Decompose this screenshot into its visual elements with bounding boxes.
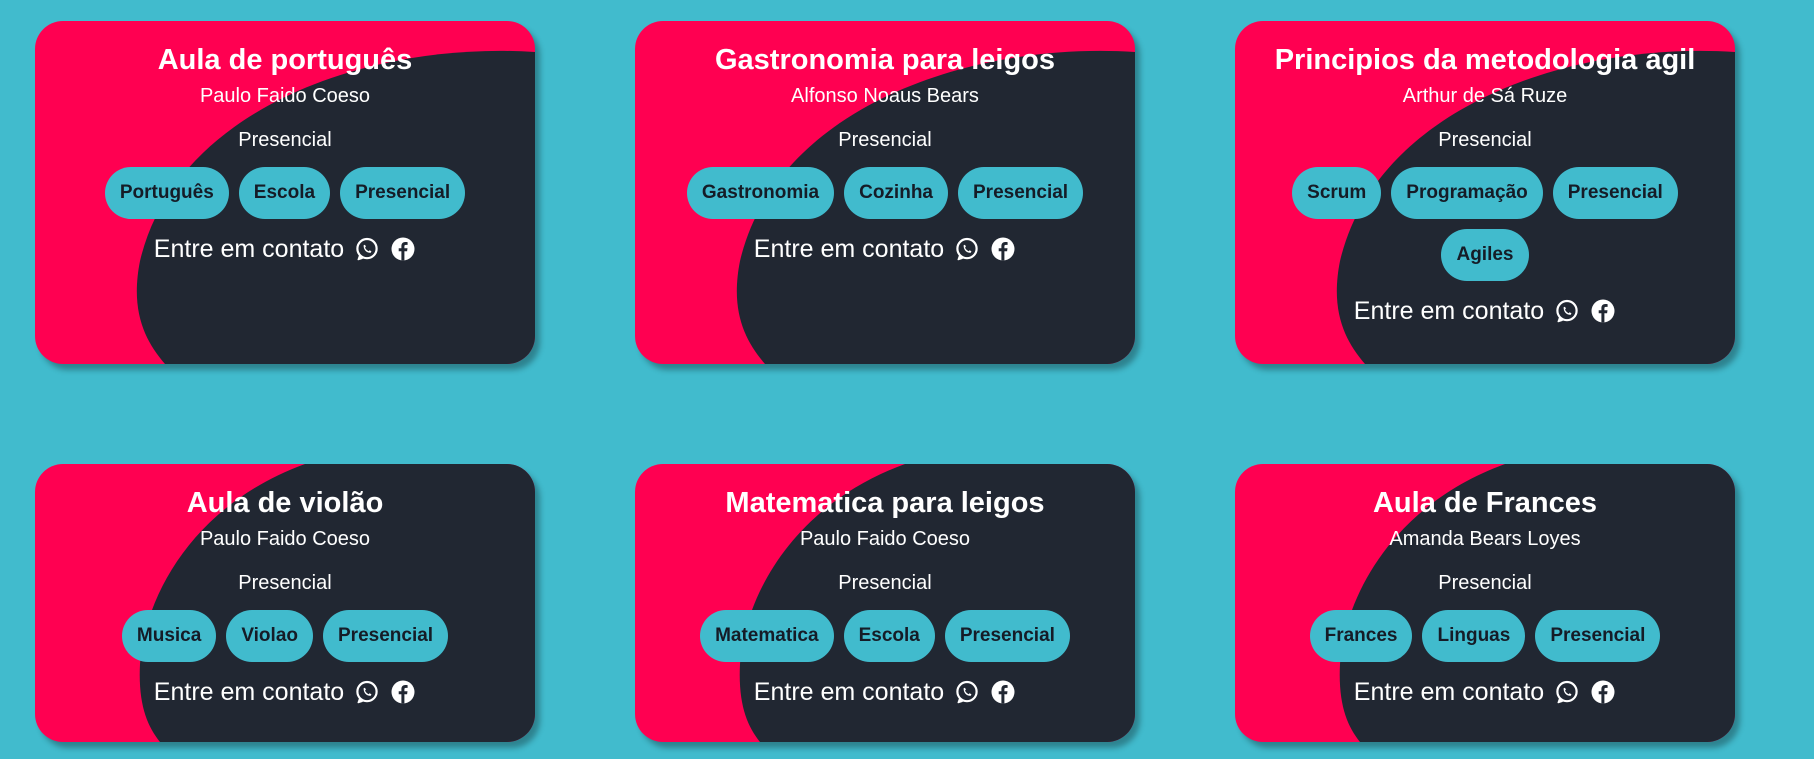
course-modality: Presencial	[238, 572, 332, 594]
tag-chip[interactable]: Matematica	[700, 610, 834, 662]
contact-row: Entre em contato	[754, 674, 1016, 710]
course-modality: Presencial	[838, 129, 932, 151]
course-title: Principios da metodologia agil	[1274, 44, 1696, 76]
tag-chip[interactable]: Frances	[1309, 610, 1413, 662]
contact-label: Entre em contato	[1353, 678, 1545, 706]
facebook-icon[interactable]	[990, 236, 1016, 262]
tag-list: Musica Violao Presencial	[121, 610, 449, 662]
tag-chip[interactable]: Português	[104, 167, 229, 219]
tag-chip[interactable]: Presencial	[944, 610, 1070, 662]
teacher-name: Paulo Faido Coeso	[799, 528, 971, 550]
teacher-name: Arthur de Sá Ruze	[1402, 85, 1568, 107]
course-title: Aula de Frances	[1372, 487, 1598, 519]
course-card[interactable]: Matematica para leigos Paulo Faido Coeso…	[635, 464, 1135, 742]
contact-label: Entre em contato	[153, 235, 345, 263]
tag-chip[interactable]: Violao	[226, 610, 313, 662]
tag-chip[interactable]: Escola	[843, 610, 935, 662]
course-card[interactable]: Gastronomia para leigos Alfonso Noaus Be…	[635, 21, 1135, 364]
facebook-icon[interactable]	[1590, 679, 1616, 705]
whatsapp-icon[interactable]	[954, 679, 980, 705]
teacher-name: Paulo Faido Coeso	[199, 528, 371, 550]
whatsapp-icon[interactable]	[1554, 679, 1580, 705]
contact-label: Entre em contato	[753, 235, 945, 263]
course-card[interactable]: Aula de Frances Amanda Bears Loyes Prese…	[1235, 464, 1735, 742]
course-modality: Presencial	[1438, 572, 1532, 594]
course-modality: Presencial	[1438, 129, 1532, 151]
tag-chip[interactable]: Escola	[238, 167, 331, 219]
whatsapp-icon[interactable]	[354, 236, 380, 262]
tag-list: Matematica Escola Presencial	[700, 610, 1070, 662]
contact-label: Entre em contato	[1353, 297, 1545, 325]
contact-row: Entre em contato	[754, 231, 1016, 267]
whatsapp-icon[interactable]	[1554, 298, 1580, 324]
course-title: Matematica para leigos	[725, 487, 1045, 519]
teacher-name: Amanda Bears Loyes	[1389, 528, 1581, 550]
facebook-icon[interactable]	[1590, 298, 1616, 324]
tag-chip[interactable]: Programação	[1391, 167, 1543, 219]
contact-row: Entre em contato	[1354, 293, 1616, 329]
course-card[interactable]: Aula de violão Paulo Faido Coeso Presenc…	[35, 464, 535, 742]
facebook-icon[interactable]	[390, 679, 416, 705]
course-modality: Presencial	[838, 572, 932, 594]
teacher-name: Paulo Faido Coeso	[199, 85, 371, 107]
tag-chip[interactable]: Musica	[121, 610, 217, 662]
course-card[interactable]: Aula de português Paulo Faido Coeso Pres…	[35, 21, 535, 364]
course-card[interactable]: Principios da metodologia agil Arthur de…	[1235, 21, 1735, 364]
course-title: Gastronomia para leigos	[714, 44, 1056, 76]
tag-chip[interactable]: Presencial	[1535, 610, 1661, 662]
tag-chip[interactable]: Presencial	[1552, 167, 1678, 219]
tag-list: Frances Linguas Presencial	[1309, 610, 1661, 662]
tag-chip[interactable]: Presencial	[323, 610, 449, 662]
tag-chip[interactable]: Presencial	[340, 167, 466, 219]
contact-row: Entre em contato	[1354, 674, 1616, 710]
contact-label: Entre em contato	[153, 678, 345, 706]
contact-row: Entre em contato	[154, 674, 416, 710]
tag-list: Gastronomia Cozinha Presencial	[686, 167, 1084, 219]
tag-chip[interactable]: Scrum	[1292, 167, 1382, 219]
course-title: Aula de violão	[186, 487, 384, 519]
tag-chip[interactable]: Presencial	[958, 167, 1084, 219]
contact-label: Entre em contato	[753, 678, 945, 706]
facebook-icon[interactable]	[390, 236, 416, 262]
teacher-name: Alfonso Noaus Bears	[791, 85, 979, 107]
tag-chip[interactable]: Cozinha	[844, 167, 948, 219]
tag-list: Scrum Programação Presencial Agiles	[1285, 167, 1685, 281]
course-card-grid: Aula de português Paulo Faido Coeso Pres…	[35, 21, 1735, 742]
contact-row: Entre em contato	[154, 231, 416, 267]
course-title: Aula de português	[157, 44, 413, 76]
tag-chip[interactable]: Gastronomia	[686, 167, 835, 219]
tag-chip[interactable]: Linguas	[1422, 610, 1526, 662]
course-modality: Presencial	[238, 129, 332, 151]
tag-chip[interactable]: Agiles	[1441, 229, 1529, 281]
facebook-icon[interactable]	[990, 679, 1016, 705]
whatsapp-icon[interactable]	[954, 236, 980, 262]
whatsapp-icon[interactable]	[354, 679, 380, 705]
tag-list: Português Escola Presencial	[104, 167, 466, 219]
